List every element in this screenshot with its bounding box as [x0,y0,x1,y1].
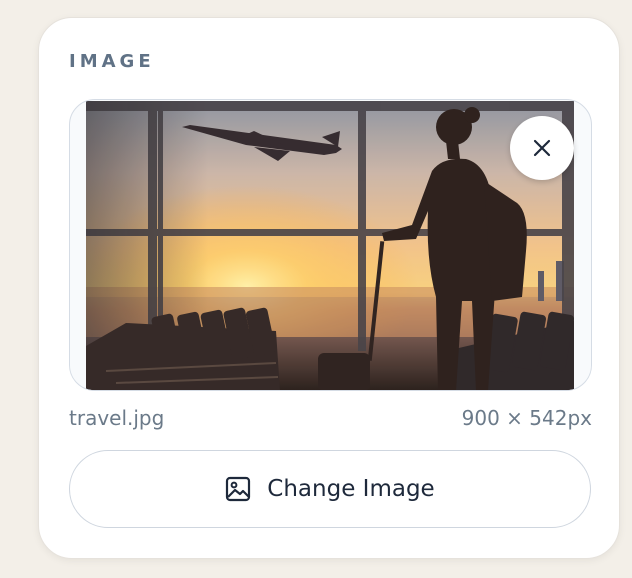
change-image-label: Change Image [267,476,435,502]
close-icon [533,139,551,157]
remove-image-button[interactable] [510,116,574,180]
image-icon [226,476,251,502]
image-upload-card: IMAGE travel.jpg 900 × 542px Change Imag… [38,17,620,559]
change-image-button[interactable]: Change Image [69,450,591,528]
section-title: IMAGE [69,51,155,72]
image-preview [86,101,574,390]
file-name: travel.jpg [69,406,165,430]
image-meta: travel.jpg 900 × 542px [69,406,592,430]
image-dimensions: 900 × 542px [461,406,592,430]
